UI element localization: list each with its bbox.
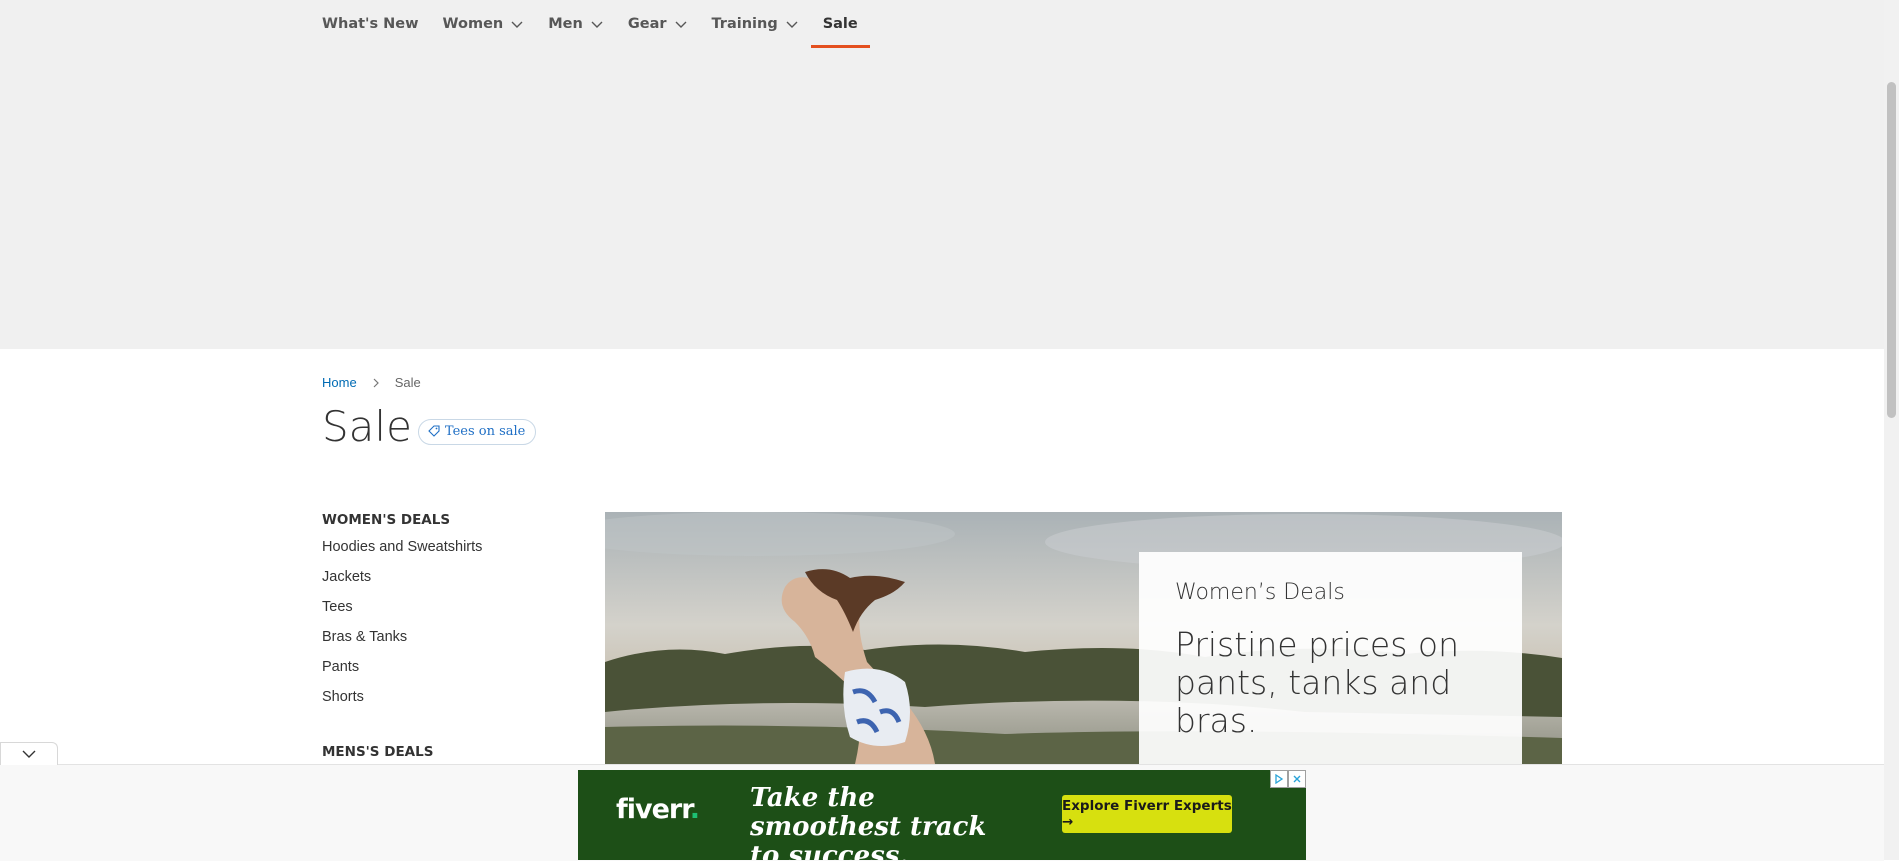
- chevron-down-icon: [591, 21, 603, 28]
- sidebar-item-tees[interactable]: Tees: [322, 592, 562, 622]
- tag-chip[interactable]: Tees on sale: [417, 418, 537, 445]
- ad-collapse-button[interactable]: [0, 742, 58, 765]
- hero-headline: Pristine prices on pants, tanks and bras…: [1175, 625, 1459, 740]
- sidebar-item-jackets[interactable]: Jackets: [322, 562, 562, 592]
- page-title: Sale: [322, 402, 412, 451]
- chevron-down-icon: [786, 21, 798, 28]
- breadcrumb: Home Sale: [322, 375, 421, 390]
- nav-label: Gear: [627, 16, 667, 32]
- chevron-down-icon: [675, 21, 686, 28]
- fiverr-ad-banner[interactable]: fiverr. Take the smoothest track to succ…: [578, 770, 1306, 860]
- tag-label: Tees on sale: [444, 423, 526, 439]
- nav-item-women[interactable]: Women: [431, 0, 537, 48]
- nav-label: Sale: [822, 16, 858, 32]
- hero-banner[interactable]: Women’s Deals Pristine prices on pants, …: [605, 512, 1562, 764]
- ad-badges: [1270, 770, 1306, 788]
- fiverr-logo-dot: .: [689, 794, 700, 825]
- fiverr-logo: fiverr.: [616, 794, 700, 825]
- mens-deals-heading: MENS'S DEALS: [322, 744, 434, 760]
- nav-label: Women: [442, 16, 504, 32]
- nav-item-gear[interactable]: Gear: [616, 0, 700, 48]
- header-area: What's New Women Men Gear Training Sale: [0, 0, 1884, 349]
- scrollbar[interactable]: [1884, 0, 1899, 860]
- close-icon[interactable]: [1288, 770, 1306, 788]
- sidebar-item-pants[interactable]: Pants: [322, 652, 562, 682]
- ad-headline: Take the smoothest track to success.: [750, 783, 987, 861]
- chevron-down-icon: [511, 21, 523, 28]
- womens-deals-list: Hoodies and Sweatshirts Jackets Tees Bra…: [322, 532, 562, 712]
- main-navigation: What's New Women Men Gear Training Sale: [322, 0, 870, 50]
- chevron-right-icon: [373, 378, 379, 387]
- nav-label: Training: [711, 16, 778, 32]
- hero-subtitle: Women’s Deals: [1175, 580, 1345, 605]
- tag-icon: [428, 425, 440, 437]
- sidebar: WOMEN'S DEALS Hoodies and Sweatshirts Ja…: [322, 512, 562, 764]
- sidebar-item-bras-tanks[interactable]: Bras & Tanks: [322, 622, 562, 652]
- scrollbar-thumb[interactable]: [1887, 82, 1896, 418]
- sidebar-item-shorts[interactable]: Shorts: [322, 682, 562, 712]
- nav-label: Men: [548, 16, 583, 32]
- nav-item-training[interactable]: Training: [700, 0, 811, 48]
- fiverr-logo-text: fiverr: [616, 794, 691, 825]
- sidebar-item-hoodies[interactable]: Hoodies and Sweatshirts: [322, 532, 562, 562]
- nav-label: What's New: [322, 16, 419, 32]
- hero-text-box: Women’s Deals Pristine prices on pants, …: [1139, 552, 1522, 764]
- ad-cta-button[interactable]: Explore Fiverr Experts →: [1062, 795, 1232, 833]
- title-row: Sale Tees on sale: [322, 402, 537, 451]
- adchoices-icon[interactable]: [1270, 770, 1288, 788]
- chevron-down-icon: [22, 750, 36, 758]
- nav-item-sale[interactable]: Sale: [810, 0, 870, 48]
- womens-deals-heading: WOMEN'S DEALS: [322, 512, 451, 528]
- nav-item-whats-new[interactable]: What's New: [322, 0, 431, 48]
- nav-item-men[interactable]: Men: [536, 0, 616, 48]
- breadcrumb-current: Sale: [394, 375, 421, 390]
- breadcrumb-home-link[interactable]: Home: [322, 375, 357, 390]
